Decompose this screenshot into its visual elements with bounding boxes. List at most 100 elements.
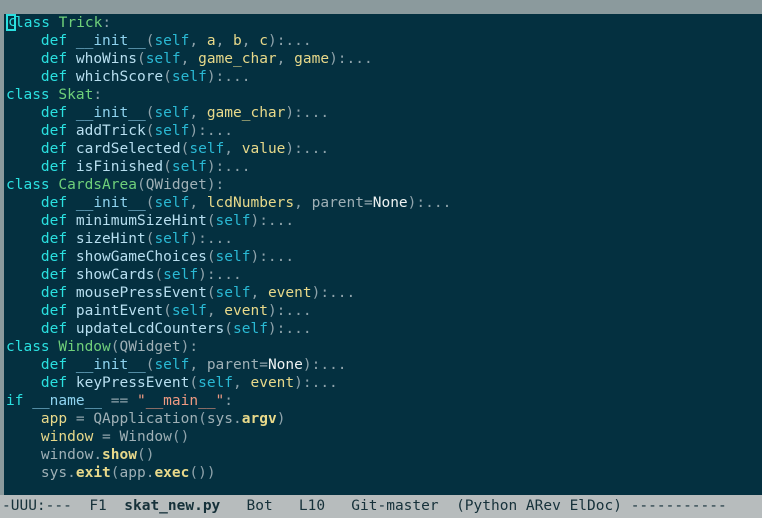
code-line[interactable]: window = Window(): [4, 428, 762, 446]
code-token: :: [93, 87, 103, 103]
code-token: __name__: [32, 393, 103, 409]
code-line[interactable]: def sizeHint(self):...: [4, 230, 762, 248]
code-line[interactable]: def showCards(self):...: [4, 266, 762, 284]
code-token: exec: [154, 465, 190, 481]
code-token: =: [102, 429, 111, 445]
code-token: __init__: [75, 33, 146, 49]
code-token: def: [40, 285, 68, 301]
code-token: self: [154, 231, 190, 247]
mode-line[interactable]: -UUU:--- F1 skat_new.py Bot L10 Git-mast…: [0, 495, 762, 518]
code-token: ,: [189, 195, 207, 211]
code-line[interactable]: def mousePressEvent(self, event):...: [4, 284, 762, 302]
code-line[interactable]: app = QApplication(sys.argv): [4, 410, 762, 428]
code-token: def: [40, 141, 68, 157]
code-token: class: [6, 87, 50, 103]
code-line[interactable]: def whichScore(self):...: [4, 68, 762, 86]
code-line[interactable]: def isFinished(self):...: [4, 158, 762, 176]
code-line[interactable]: class CardsArea(QWidget):: [4, 176, 762, 194]
code-line[interactable]: class Window(QWidget):: [4, 338, 762, 356]
code-token: ,: [250, 285, 268, 301]
code-token: (: [206, 285, 216, 301]
code-token: def: [40, 231, 68, 247]
code-token: ):: [206, 177, 225, 193]
code-token: self: [154, 33, 190, 49]
code-token: whoWins: [75, 51, 137, 67]
code-token: paintEvent: [75, 303, 164, 319]
code-token: class: [6, 339, 50, 355]
code-line[interactable]: def cardSelected(self, value):...: [4, 140, 762, 158]
code-line[interactable]: def updateLcdCounters(self):...: [4, 320, 762, 338]
code-line[interactable]: def __init__(self, parent=None):...: [4, 356, 762, 374]
code-token: def: [40, 51, 68, 67]
code-token: ,: [215, 33, 234, 49]
code-token: event: [267, 285, 312, 301]
code-token: ,: [233, 375, 251, 391]
code-token: def: [40, 267, 68, 283]
code-line[interactable]: sys.exit(app.exec()): [4, 464, 762, 482]
code-line[interactable]: def addTrick(self):...: [4, 122, 762, 140]
code-token: :: [102, 15, 112, 31]
code-buffer[interactable]: class Trick: def __init__(self, a, b, c)…: [4, 14, 762, 495]
code-token: app: [40, 411, 68, 427]
code-token: ):...: [267, 33, 312, 49]
code-token: ):...: [294, 375, 338, 391]
code-token: event: [250, 375, 295, 391]
mode-line-frame: F1: [89, 498, 107, 514]
code-token: class: [6, 177, 50, 193]
code-token: def: [40, 69, 68, 85]
code-line[interactable]: def __init__(self, game_char):...: [4, 104, 762, 122]
code-token: game_char: [206, 105, 286, 121]
code-line[interactable]: if __name__ == "__main__":: [4, 392, 762, 410]
code-token: ):...: [206, 69, 251, 85]
code-token: self: [171, 159, 207, 175]
code-line[interactable]: def showGameChoices(self):...: [4, 248, 762, 266]
code-token: CardsArea: [58, 177, 137, 193]
code-token: isFinished: [75, 159, 164, 175]
code-token: def: [40, 375, 68, 391]
code-token: =: [364, 195, 373, 211]
mode-line-gap: [107, 498, 124, 514]
code-token: self: [215, 285, 251, 301]
code-token: if: [6, 393, 24, 409]
code-line[interactable]: def keyPressEvent(self, event):...: [4, 374, 762, 392]
code-token: window: [40, 447, 94, 463]
code-token: ):...: [302, 357, 347, 373]
code-token: addTrick: [75, 123, 146, 139]
code-token: a: [206, 33, 216, 49]
mode-line-buffer-name: skat_new.py: [124, 498, 221, 514]
code-line[interactable]: window.show(): [4, 446, 762, 464]
code-line[interactable]: def minimumSizeHint(self):...: [4, 212, 762, 230]
code-line[interactable]: def whoWins(self, game_char, game):...: [4, 50, 762, 68]
code-line[interactable]: def __init__(self, lcdNumbers, parent=No…: [4, 194, 762, 212]
code-token: ):...: [329, 51, 373, 67]
code-token: updateLcdCounters: [75, 321, 225, 337]
code-line[interactable]: def paintEvent(self, event):...: [4, 302, 762, 320]
code-line[interactable]: class Skat:: [4, 86, 762, 104]
code-token: showGameChoices: [75, 249, 207, 265]
code-line[interactable]: class Trick:: [4, 14, 762, 32]
code-token: def: [40, 123, 68, 139]
mode-line-line-number: L10: [298, 498, 326, 514]
code-token: ):...: [285, 105, 330, 121]
mode-line-gap: [72, 498, 89, 514]
code-token: b: [233, 33, 242, 49]
code-token: ):: [180, 339, 199, 355]
code-token: ):...: [198, 267, 242, 283]
code-token: self: [215, 249, 251, 265]
code-token: self: [233, 321, 268, 337]
code-line[interactable]: def __init__(self, a, b, c):...: [4, 32, 762, 50]
